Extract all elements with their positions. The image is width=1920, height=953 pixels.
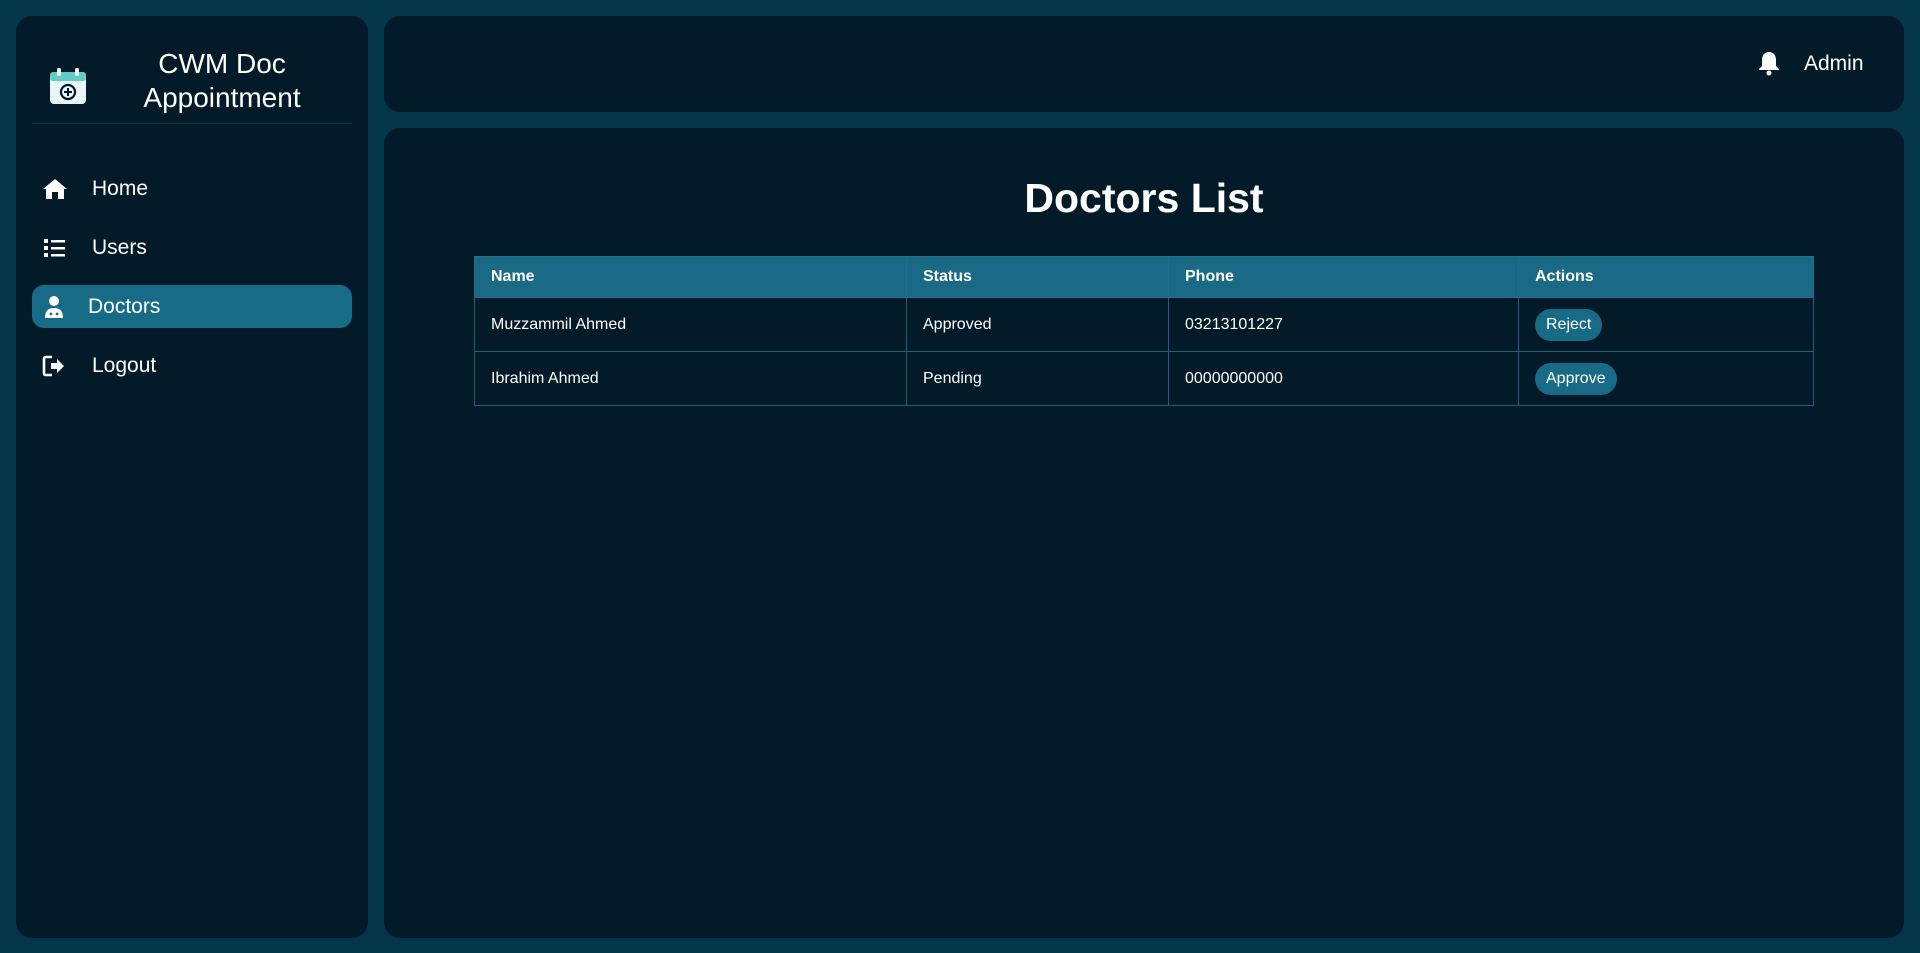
sidebar-item-logout[interactable]: Logout bbox=[32, 344, 352, 387]
app-title: CWM Doc Appointment bbox=[122, 47, 322, 115]
brand: CWM Doc Appointment bbox=[32, 32, 352, 124]
column-header-name: Name bbox=[474, 256, 907, 298]
page-title: Doctors List bbox=[1024, 175, 1264, 221]
main-content: Doctors List Name Status Phone Actions M… bbox=[384, 128, 1904, 938]
sidebar-item-label: Logout bbox=[92, 354, 157, 377]
sidebar-menu: Home Users Doctors Logout bbox=[32, 167, 352, 403]
doctor-icon bbox=[45, 296, 63, 318]
list-icon bbox=[44, 239, 65, 257]
sidebar-item-home[interactable]: Home bbox=[32, 167, 352, 210]
doctor-name: Muzzammil Ahmed bbox=[474, 297, 907, 352]
sidebar: CWM Doc Appointment Home Users Doctors L… bbox=[16, 16, 368, 938]
doctors-table: Name Status Phone Actions Muzzammil Ahme… bbox=[474, 256, 1814, 406]
sidebar-item-doctors[interactable]: Doctors bbox=[32, 285, 352, 328]
reject-button[interactable]: Reject bbox=[1535, 308, 1603, 341]
app-title-line1: CWM Doc bbox=[158, 48, 286, 79]
doctor-phone: 03213101227 bbox=[1168, 297, 1519, 352]
user-name[interactable]: Admin bbox=[1804, 51, 1864, 77]
app-title-line2: Appointment bbox=[143, 82, 301, 113]
approve-button[interactable]: Approve bbox=[1535, 362, 1617, 395]
column-header-phone: Phone bbox=[1168, 256, 1519, 298]
table-row: Ibrahim Ahmed Pending 00000000000 Approv… bbox=[474, 351, 1814, 406]
doctor-status: Approved bbox=[906, 297, 1169, 352]
bell-icon[interactable] bbox=[1756, 50, 1782, 76]
sidebar-item-users[interactable]: Users bbox=[32, 226, 352, 269]
top-header: Admin bbox=[384, 16, 1904, 112]
doctor-phone: 00000000000 bbox=[1168, 351, 1519, 406]
sidebar-item-label: Users bbox=[92, 236, 147, 259]
sidebar-item-label: Home bbox=[92, 177, 149, 200]
doctor-status: Pending bbox=[906, 351, 1169, 406]
actions-cell: Reject bbox=[1518, 297, 1814, 352]
table-row: Muzzammil Ahmed Approved 03213101227 Rej… bbox=[474, 297, 1814, 352]
column-header-status: Status bbox=[906, 256, 1169, 298]
sidebar-item-label: Doctors bbox=[88, 295, 161, 318]
doctor-name: Ibrahim Ahmed bbox=[474, 351, 907, 406]
home-icon bbox=[43, 179, 67, 199]
column-header-actions: Actions bbox=[1518, 256, 1814, 298]
calendar-plus-icon bbox=[50, 68, 86, 104]
table-header-row: Name Status Phone Actions bbox=[474, 256, 1814, 298]
actions-cell: Approve bbox=[1518, 351, 1814, 406]
logout-icon bbox=[42, 355, 64, 377]
